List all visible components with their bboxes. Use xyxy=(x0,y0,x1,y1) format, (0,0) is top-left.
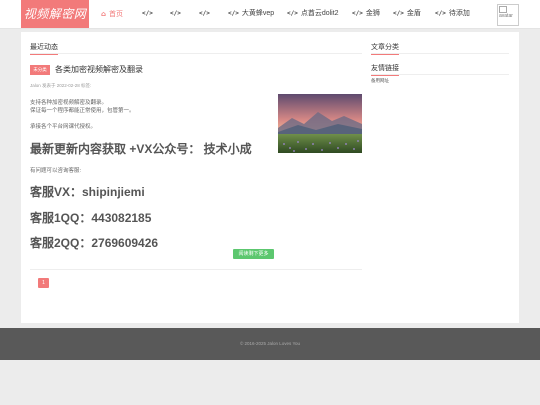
intro-line-2: 保证每一个程序都能正常使用，包管第一。 xyxy=(30,108,135,114)
copyright-text: © 2016-2025 Jalon Loves You xyxy=(239,341,301,346)
nav-item-dianqiuyun[interactable]: </> 点酋云dolit2 xyxy=(287,0,339,28)
category-badge[interactable]: 未分类 xyxy=(30,65,50,75)
links-header: 友情链接 xyxy=(371,63,509,76)
nav-item-home[interactable]: ⌂ 首页 xyxy=(101,0,123,28)
code-icon: </> xyxy=(142,10,153,17)
nav-item-code-3[interactable]: </> xyxy=(199,0,213,28)
nav-item-code-2[interactable]: </> xyxy=(170,0,184,28)
categories-title: 文章分类 xyxy=(371,42,399,55)
nav-item-to-add[interactable]: </> 待添加 xyxy=(435,0,470,28)
nav-label: 待添加 xyxy=(448,10,470,17)
headline: 最新更新内容获取 +VX公众号： 技术小成 xyxy=(30,142,252,156)
section-title: 最近动态 xyxy=(30,42,58,55)
code-icon: </> xyxy=(287,10,298,17)
main-card: 最近动态 未分类 各类加密视频解密及翻录 Jalon 发表于 2022-02-2… xyxy=(21,32,519,323)
contact-note: 有问题可以咨询客服: xyxy=(30,168,82,174)
contact-qq1: 客服1QQ：443082185 xyxy=(30,211,152,225)
code-icon: </> xyxy=(435,10,446,17)
nav-item-code-1[interactable]: </> xyxy=(142,0,156,28)
contact-vx: 客服VX：shipinjiemi xyxy=(30,185,145,199)
nav-item-jinshi[interactable]: </> 金狮 xyxy=(352,0,380,28)
broken-image-icon xyxy=(499,6,507,13)
friend-link-item[interactable]: 备用网址 xyxy=(371,78,389,84)
read-more-button[interactable]: 阅读剩下更多 xyxy=(233,249,274,259)
pagination-page-1[interactable]: 1 xyxy=(38,278,49,288)
top-navbar: 视频解密网 ⌂ 首页 </> </> </> </> 大黄蜂vep </> 点酋云do… xyxy=(0,0,540,29)
code-icon: </> xyxy=(170,10,181,17)
nav-label: 金盾 xyxy=(406,10,421,17)
service-line: 承接各个平台网课代授权。 xyxy=(30,124,97,130)
divider xyxy=(30,269,362,270)
nav-item-jindun[interactable]: </> 金盾 xyxy=(393,0,421,28)
nav-label: 金狮 xyxy=(365,10,380,17)
avatar[interactable]: avatar xyxy=(497,4,519,26)
intro-line-1: 支持各种加密视频解密及翻录。 xyxy=(30,100,108,106)
home-icon: ⌂ xyxy=(101,10,107,18)
links-title: 友情链接 xyxy=(371,63,399,76)
nav-item-dahuangfeng[interactable]: </> 大黄蜂vep xyxy=(228,0,274,28)
contact-qq2: 客服2QQ：2769609426 xyxy=(30,236,159,250)
code-icon: </> xyxy=(393,10,404,17)
nav-label: 大黄蜂vep xyxy=(241,10,275,17)
code-icon: </> xyxy=(228,10,239,17)
footer: © 2016-2025 Jalon Loves You xyxy=(0,328,540,360)
recent-posts-header: 最近动态 xyxy=(30,42,362,55)
landscape-image xyxy=(278,94,362,153)
site-logo[interactable]: 视频解密网 xyxy=(21,0,89,28)
categories-header: 文章分类 xyxy=(371,42,509,55)
post-thumbnail[interactable] xyxy=(278,94,362,153)
post-meta: Jalon 发表于 2022-02-28 标签: xyxy=(30,83,92,88)
code-icon: </> xyxy=(199,10,210,17)
avatar-alt-text: avatar xyxy=(499,13,513,19)
nav-label: 点酋云dolit2 xyxy=(300,10,339,17)
code-icon: </> xyxy=(352,10,363,17)
post-title[interactable]: 各类加密视频解密及翻录 xyxy=(55,65,143,75)
nav-label: 首页 xyxy=(109,11,124,18)
